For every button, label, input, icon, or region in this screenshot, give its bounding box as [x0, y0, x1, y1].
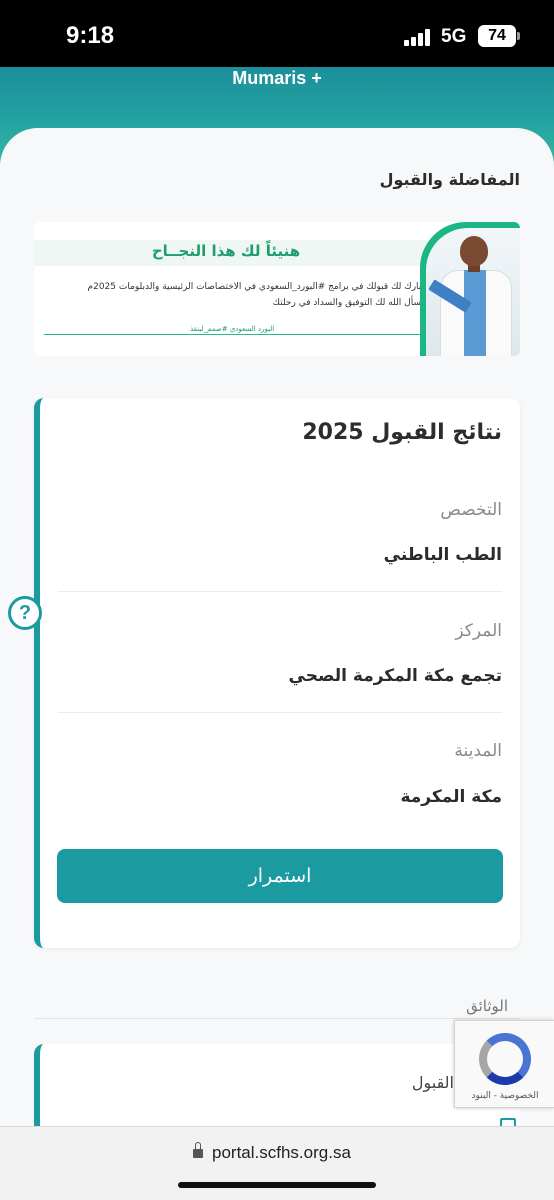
banner-message: نبارك لك قبولك في برامج #البورد_السعودي … [87, 282, 424, 292]
cellular-signal-icon [404, 28, 434, 46]
battery-icon: 74 [478, 25, 520, 47]
battery-level: 74 [488, 27, 506, 44]
doctor-photo [420, 222, 520, 356]
banner-divider [44, 334, 424, 335]
recaptcha-icon [479, 1033, 531, 1085]
banner-wish: نسأل الله لك التوفيق والسداد في رحلتك [272, 298, 424, 308]
section-divider [34, 1018, 520, 1019]
banner-hashtag: البورد السعودي #صمم_لينقذ [184, 325, 281, 333]
browser-url-bar[interactable] [0, 1126, 554, 1200]
home-indicator[interactable] [178, 1182, 376, 1188]
status-time: 9:18 [66, 22, 115, 49]
banner-headline: هنيئاً لك هذا النجــاح [151, 242, 301, 260]
lock-icon [193, 1142, 203, 1159]
field-divider [58, 591, 502, 592]
url-text[interactable]: portal.scfhs.org.sa [212, 1143, 351, 1163]
status-bar: 9:18 5G 74 [0, 0, 554, 67]
field-divider [58, 712, 502, 713]
specialty-value: الطب الباطني [383, 545, 502, 565]
documents-title: الوثائق [466, 997, 508, 1015]
city-label: المدينة [454, 741, 502, 761]
help-icon[interactable]: ? [8, 596, 42, 630]
brand-title: Mumaris + [232, 68, 322, 88]
continue-button[interactable]: استمرار [57, 849, 503, 903]
results-title: نتائج القبول 2025 [302, 420, 502, 445]
admission-documents-label: القبول [411, 1073, 454, 1092]
center-value: تجمع مكة المكرمة الصحي [288, 666, 502, 686]
city-value: مكة المكرمة [400, 787, 502, 807]
doctor-illustration [426, 228, 520, 356]
page-title: المفاضلة والقبول [379, 170, 520, 189]
center-label: المركز [455, 621, 502, 641]
specialty-label: التخصص [440, 500, 502, 520]
recaptcha-badge[interactable]: الخصوصية - البنود [454, 1020, 554, 1108]
congratulations-banner: هنيئاً لك هذا النجــاح نبارك لك قبولك في… [34, 222, 520, 356]
recaptcha-privacy-terms[interactable]: الخصوصية - البنود [455, 1091, 554, 1101]
network-type: 5G [441, 26, 467, 47]
